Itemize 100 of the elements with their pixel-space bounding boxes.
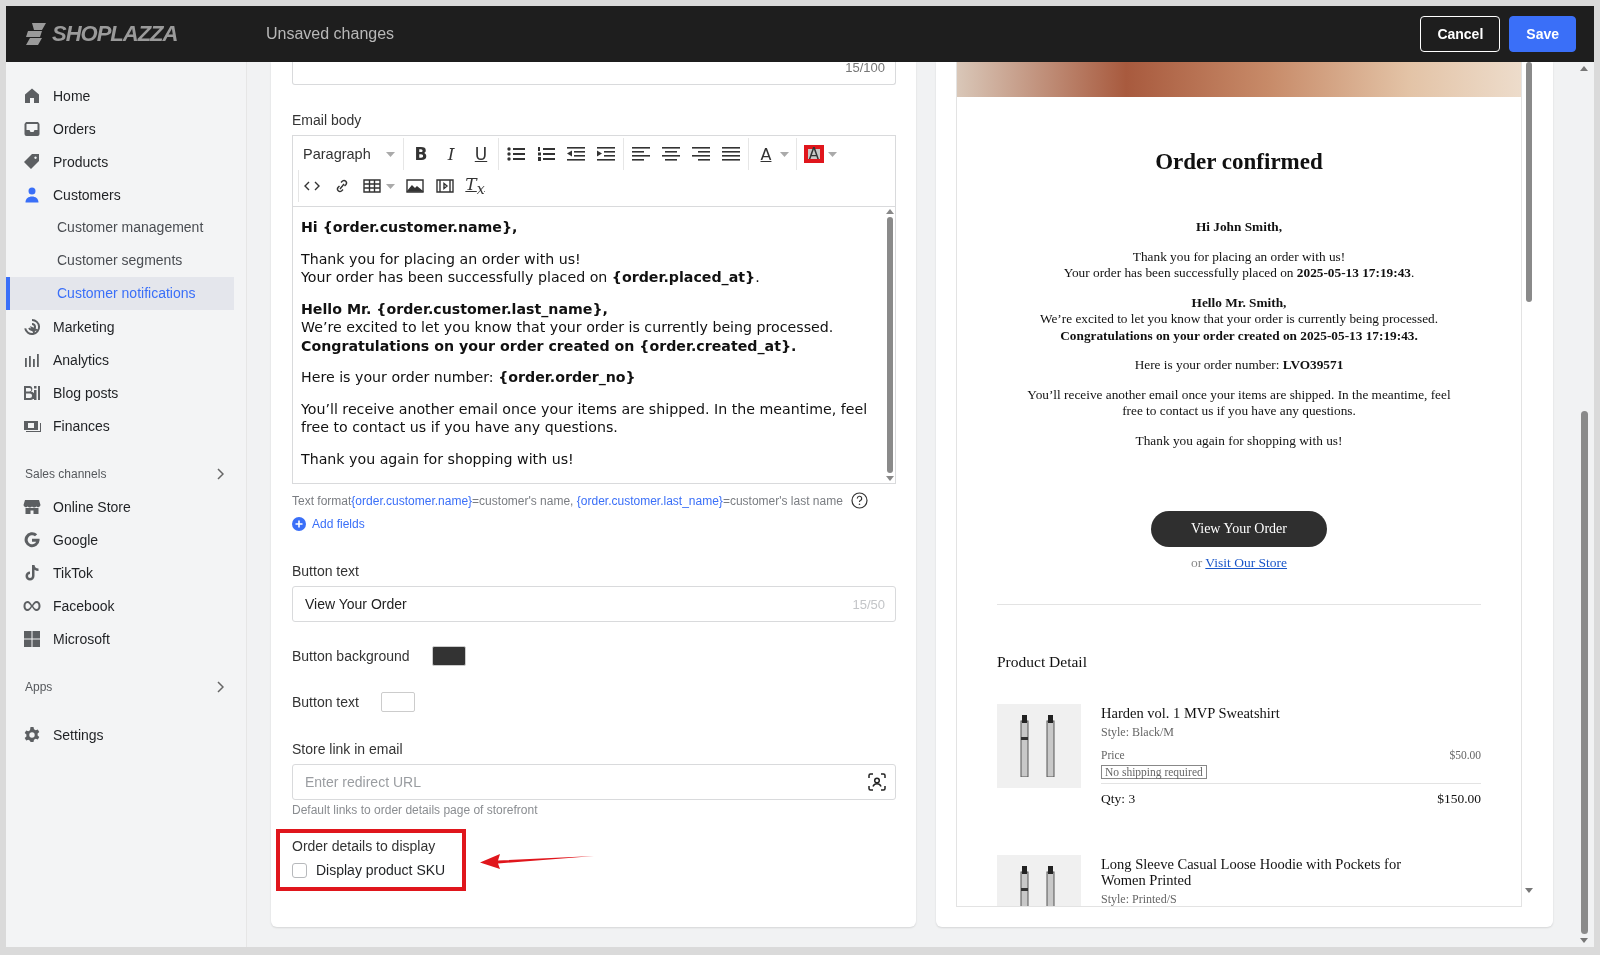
line-total: $150.00 xyxy=(1437,791,1481,807)
color-swatch[interactable] xyxy=(431,646,466,666)
section-title: Product Detail xyxy=(997,653,1088,671)
checkbox[interactable] xyxy=(292,862,307,878)
italic-button[interactable]: I xyxy=(441,143,461,165)
field-label: Button text xyxy=(292,694,359,710)
logo-icon xyxy=(26,22,48,46)
email-body-line: You’ll receive another email once your items are shipped. In the meantime, feel free to contact us if you have any questions. xyxy=(301,399,869,437)
nav-subitem[interactable]: Customer segments xyxy=(10,244,234,277)
character-counter: 15/100 xyxy=(845,62,885,74)
nav-item[interactable]: Analytics xyxy=(6,343,246,376)
nav-item[interactable]: Settings xyxy=(6,718,246,751)
field-label: Button text xyxy=(292,563,360,579)
text-color-button[interactable]: A xyxy=(756,143,776,165)
email-text-line: Thank you for placing an order with us! xyxy=(1131,248,1347,265)
nav-item[interactable]: Orders xyxy=(6,112,246,145)
field-label: Order details to display xyxy=(292,838,437,854)
scan-person-icon[interactable] xyxy=(868,773,886,791)
scrollbar[interactable] xyxy=(885,207,895,483)
email-body-line: We’re excited to let you know that your order is currently being processed. xyxy=(301,318,835,337)
section-header[interactable]: Sales channels xyxy=(6,457,246,490)
email-body-line: Thank you for placing an order with us! xyxy=(301,249,582,268)
bold-button[interactable]: B xyxy=(411,143,431,165)
color-swatch[interactable] xyxy=(380,692,415,712)
nav-item[interactable]: Home xyxy=(6,79,246,112)
nav-item[interactable]: Customers xyxy=(6,178,246,211)
email-title: Order confirmed xyxy=(1154,149,1324,175)
nav-item[interactable]: Microsoft xyxy=(6,622,246,655)
shipping-tag: No shipping required xyxy=(1101,765,1207,779)
outdent-icon[interactable] xyxy=(566,146,586,162)
unsaved-status: Unsaved changes xyxy=(266,25,395,43)
highlight-button[interactable]: A xyxy=(804,145,824,163)
indent-icon[interactable] xyxy=(596,146,616,162)
clear-button[interactable]: T$_{x}$ xyxy=(465,175,485,197)
paragraph-dropdown[interactable]: Paragraph xyxy=(293,146,403,162)
email-text-line: Hi John Smith, xyxy=(1194,219,1284,236)
email-body-line: Here is your order number: {order.order_no} xyxy=(301,368,637,387)
image-icon[interactable] xyxy=(405,178,425,194)
four-squares-icon xyxy=(23,629,41,648)
film-icon[interactable] xyxy=(435,178,455,194)
or-text: or xyxy=(1190,555,1203,570)
nav-item[interactable]: Marketing xyxy=(6,310,246,343)
scroll-up-icon[interactable] xyxy=(886,209,894,214)
save-button[interactable]: Save xyxy=(1509,16,1576,52)
nav-item[interactable]: Blog posts xyxy=(6,376,246,409)
nav-item[interactable]: Finances xyxy=(6,409,246,442)
email-body-line: Hello Mr. {order.customer.last_name}, xyxy=(301,299,609,318)
character-counter: 15/50 xyxy=(852,596,885,612)
chevron-right-icon xyxy=(216,467,224,480)
quantity: Qty: 3 xyxy=(1101,791,1136,807)
nav-item[interactable]: Online Store xyxy=(6,490,246,523)
visit-store-link[interactable]: Visit Our Store xyxy=(1205,555,1288,570)
email-text-line: Your order has been successfully placed on 2025-05-13 17:19:43. xyxy=(1062,265,1416,282)
email-text-line: Here is your order number: LVO39571 xyxy=(1133,357,1345,374)
justify-icon[interactable] xyxy=(721,146,741,162)
nav-item[interactable]: Google xyxy=(6,523,246,556)
email-text-line: We’re excited to let you know that your order is currently being processed. xyxy=(1038,311,1440,328)
product-style: Style: Black/M xyxy=(1101,725,1175,740)
store-link-field[interactable]: Enter redirect URL xyxy=(292,764,896,800)
button-text-field[interactable]: View Your Order 15/50 xyxy=(292,586,896,622)
section-header[interactable]: Apps xyxy=(6,670,246,703)
table-icon[interactable] xyxy=(362,178,382,194)
cancel-button[interactable]: Cancel xyxy=(1420,16,1501,52)
align-center-icon[interactable] xyxy=(661,146,681,162)
caret-icon xyxy=(386,151,395,157)
field-label: Email body xyxy=(292,112,363,128)
email-text-line: You’ll receive another email once your items are shipped. In the meantime, feel free to contact us if you have any questions. xyxy=(1026,386,1452,420)
scroll-down-icon[interactable] xyxy=(886,476,894,481)
add-fields-link[interactable]: Add fields xyxy=(292,517,365,531)
letter-g-icon xyxy=(23,530,41,549)
settings-icon xyxy=(23,725,41,744)
nav-subitem[interactable]: Customer management xyxy=(10,211,234,244)
view-order-button[interactable]: View Your Order xyxy=(1151,511,1327,547)
bullets-icon[interactable] xyxy=(506,146,526,162)
field-label: Store link in email xyxy=(292,741,404,757)
help-text: Default links to order details page of storefront xyxy=(292,803,539,817)
music-note-icon xyxy=(23,563,41,582)
align-right-icon[interactable] xyxy=(691,146,711,162)
plus-circle-icon xyxy=(292,517,306,531)
scroll-down-icon[interactable] xyxy=(1580,938,1588,943)
checkbox-label[interactable]: Display product SKU xyxy=(316,862,446,878)
unit-price: $50.00 xyxy=(1449,749,1481,761)
email-body-line: Your order has been successfully placed on {order.placed_at}. xyxy=(301,268,761,287)
help-icon[interactable] xyxy=(850,492,868,509)
email-text-line: Thank you again for shopping with us! xyxy=(1134,432,1344,449)
field-label: Button background xyxy=(292,648,410,664)
scroll-down-icon[interactable] xyxy=(1525,888,1533,893)
logo-text: SHOPLAZZA xyxy=(52,21,178,47)
product-style: Style: Printed/S xyxy=(1101,892,1178,906)
subject-field[interactable]: 15/100 xyxy=(292,62,896,85)
numbers-icon[interactable] xyxy=(536,146,556,162)
email-text-line: Congratulations on your order created on 2025-05-13 17:19:43. xyxy=(1059,327,1419,344)
email-body-line: Congratulations on your order created on {order.created_at}. xyxy=(301,336,798,355)
product-name: Harden vol. 1 MVP Sweatshirt xyxy=(1101,705,1281,721)
nav-item[interactable]: TikTok xyxy=(6,556,246,589)
nav-item[interactable]: Facebook xyxy=(6,589,246,622)
underline-button[interactable]: U xyxy=(471,143,491,165)
nav-item[interactable]: Products xyxy=(6,145,246,178)
align-left-icon[interactable] xyxy=(631,146,651,162)
scroll-up-icon[interactable] xyxy=(1580,66,1588,71)
